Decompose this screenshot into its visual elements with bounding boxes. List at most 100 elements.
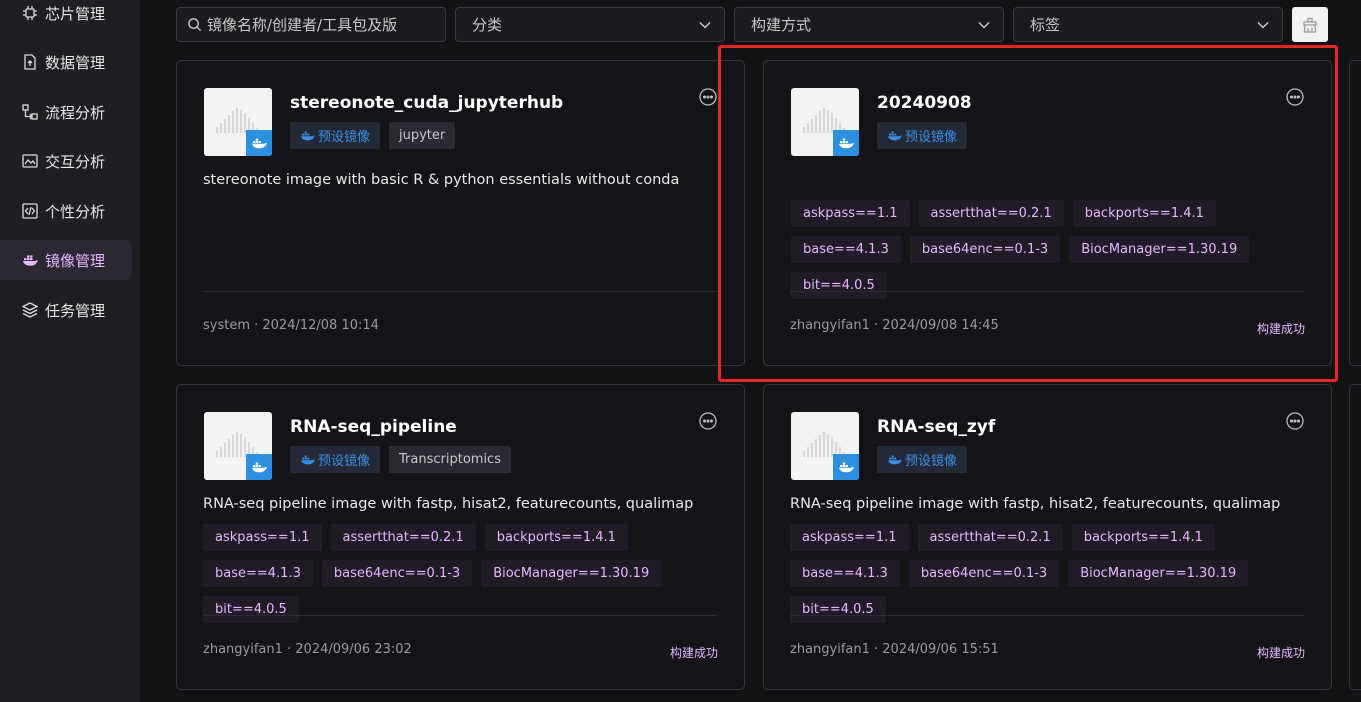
package-tag: backports==1.4.1 (484, 524, 628, 551)
package-tag: askpass==1.1 (791, 200, 910, 227)
sidebar-item-label: 任务管理 (45, 301, 106, 320)
image-card[interactable]: 20240908 预设镜像 askpass==1.1 assertthat==0… (763, 60, 1332, 366)
tags-select-value: 标签 (1030, 16, 1061, 34)
docker-icon (252, 462, 267, 473)
card-divider (203, 291, 717, 292)
package-tag: askpass==1.1 (203, 524, 322, 551)
main-content: 分类 构建方式 标签 stereonote_cuda_jupyterhub 预设… (140, 0, 1361, 702)
docker-icon (839, 138, 854, 149)
build-status: 构建成功 (1256, 322, 1305, 336)
docker-badge (833, 454, 859, 480)
tag-label: 预设镜像 (905, 454, 958, 469)
docker-icon (301, 131, 315, 141)
sidebar-item-data[interactable]: 数据管理 (0, 42, 132, 82)
sidebar-item-label: 个性分析 (45, 202, 106, 221)
tag-preset: 预设镜像 (877, 122, 968, 149)
docker-icon (888, 455, 902, 465)
sidebar-item-flow[interactable]: 流程分析 (0, 92, 132, 132)
tag: Transcriptomics (389, 446, 511, 473)
tag-row: 预设镜像 (877, 122, 968, 149)
card-title: 20240908 (877, 93, 972, 113)
card-title: stereonote_cuda_jupyterhub (290, 93, 564, 113)
card-meta: zhangyifan1 · 2024/09/06 23:02 (203, 642, 412, 657)
category-select[interactable]: 分类 (455, 7, 725, 42)
docker-icon (252, 138, 267, 149)
sidebar: 芯片管理 数据管理 流程分析 交互分析 个性分析 镜像管理 任务管理 (0, 0, 140, 702)
tags-select[interactable]: 标签 (1013, 7, 1283, 42)
image-thumbnail (791, 412, 859, 480)
card-description: RNA-seq pipeline image with fastp, hisat… (790, 496, 1281, 512)
card-meta: system · 2024/12/08 10:14 (203, 318, 379, 333)
card-description: stereonote image with basic R & python e… (203, 172, 680, 188)
package-tag: assertthat==0.2.1 (917, 524, 1063, 551)
more-options-icon[interactable] (1285, 411, 1305, 431)
card-meta: zhangyifan1 · 2024/09/06 15:51 (790, 642, 999, 657)
sidebar-item-custom[interactable]: 个性分析 (0, 191, 132, 231)
docker-icon (888, 131, 902, 141)
package-tag: bit==4.0.5 (203, 596, 299, 623)
card-description: RNA-seq pipeline image with fastp, hisat… (203, 496, 694, 512)
docker-badge (833, 130, 859, 156)
tag-preset: 预设镜像 (290, 122, 381, 149)
more-options-icon[interactable] (698, 87, 718, 107)
card-meta: zhangyifan1 · 2024/09/08 14:45 (790, 318, 999, 333)
image-card[interactable]: RNA-seq_pipeline 预设镜像 Transcriptomics RN… (176, 384, 745, 690)
image-card[interactable]: RNA-seq_zyf 预设镜像 RNA-seq pipeline image … (763, 384, 1332, 690)
tag-row: 预设镜像 Transcriptomics (290, 446, 511, 473)
sidebar-item-label: 交互分析 (45, 152, 106, 171)
partial-card (1349, 60, 1361, 366)
sidebar-item-chip[interactable]: 芯片管理 (0, 0, 132, 33)
partial-card (1349, 384, 1361, 690)
package-tag: backports==1.4.1 (1071, 524, 1215, 551)
image-thumbnail (791, 88, 859, 156)
chevron-down-icon (699, 21, 711, 29)
search-box[interactable] (176, 7, 446, 42)
package-tag: askpass==1.1 (790, 524, 909, 551)
tag-row: 预设镜像 (877, 446, 968, 473)
sidebar-item-interactive[interactable]: 交互分析 (0, 141, 132, 181)
docker-icon (23, 255, 38, 266)
package-tag: base64enc==0.1-3 (321, 560, 473, 587)
package-tag: BiocManager==1.30.19 (481, 560, 662, 587)
package-tag: base64enc==0.1-3 (908, 560, 1060, 587)
search-icon (188, 18, 202, 32)
build-method-select[interactable]: 构建方式 (734, 7, 1004, 42)
build-method-select-value: 构建方式 (751, 16, 812, 34)
package-tag: base==4.1.3 (790, 560, 900, 587)
package-tag: BiocManager==1.30.19 (1068, 560, 1249, 587)
package-list: askpass==1.1 assertthat==0.2.1 backports… (203, 524, 723, 623)
package-list: askpass==1.1 assertthat==0.2.1 backports… (790, 524, 1310, 623)
chevron-down-icon (978, 21, 990, 29)
card-divider (790, 291, 1304, 292)
build-status: 构建成功 (1256, 646, 1305, 660)
tag: jupyter (389, 122, 456, 149)
search-input[interactable] (207, 15, 437, 34)
package-tag: backports==1.4.1 (1072, 200, 1216, 227)
tag-label: 预设镜像 (318, 454, 371, 469)
sidebar-item-label: 流程分析 (45, 103, 106, 122)
tag-preset: 预设镜像 (877, 446, 968, 473)
tag-row: 预设镜像 jupyter (290, 122, 456, 149)
clear-filters-button[interactable] (1292, 7, 1328, 42)
package-tag: base64enc==0.1-3 (909, 236, 1061, 263)
card-divider (790, 615, 1304, 616)
sidebar-item-label: 芯片管理 (45, 4, 106, 23)
package-tag: base==4.1.3 (203, 560, 313, 587)
package-tag: bit==4.0.5 (790, 596, 886, 623)
image-card[interactable]: stereonote_cuda_jupyterhub 预设镜像 jupyter … (176, 60, 745, 366)
package-tag: base==4.1.3 (791, 236, 901, 263)
layers-icon (22, 302, 38, 318)
card-divider (203, 615, 717, 616)
chevron-down-icon (1257, 21, 1269, 29)
more-options-icon[interactable] (1285, 87, 1305, 107)
eraser-icon (1303, 17, 1317, 33)
package-tag: bit==4.0.5 (791, 272, 887, 299)
more-options-icon[interactable] (698, 411, 718, 431)
card-title: RNA-seq_zyf (877, 417, 996, 437)
sidebar-item-tasks[interactable]: 任务管理 (0, 290, 132, 330)
image-thumbnail (204, 88, 272, 156)
sidebar-item-images[interactable]: 镜像管理 (0, 240, 132, 280)
package-tag: assertthat==0.2.1 (330, 524, 476, 551)
chip-icon (23, 6, 37, 20)
docker-icon (839, 462, 854, 473)
